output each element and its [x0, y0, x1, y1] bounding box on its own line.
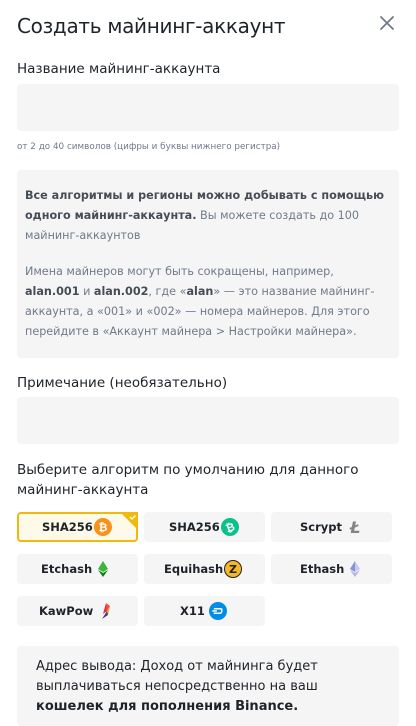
modal-header: Создать майнинг-аккаунт [17, 12, 399, 42]
info-paragraph-2: Имена майнеров могут быть сокращены, нап… [25, 262, 391, 342]
algo-name: Equihash [164, 562, 224, 576]
litecoin-icon: Ł [349, 518, 361, 536]
algo-option-sha256-btc[interactable]: SHA256 ₿ [17, 512, 138, 542]
svg-text:Z: Z [229, 563, 237, 576]
algorithm-label: Выберите алгоритм по умолчанию для данно… [17, 462, 359, 498]
info-text: , где « [148, 285, 187, 298]
payout-text: Адрес вывода: Доход от майнинга будет вы… [36, 657, 381, 717]
svg-text:Ł: Ł [349, 518, 361, 536]
close-icon[interactable] [378, 14, 396, 32]
note-input[interactable] [17, 397, 399, 444]
algo-name: Scrypt [300, 520, 342, 534]
algo-name: X11 [180, 604, 205, 618]
example-name: alan.001 [25, 285, 80, 298]
info-box: Все алгоритмы и регионы можно добывать с… [17, 170, 399, 358]
bitcoin-cash-icon: ₿ [221, 518, 239, 536]
algo-name: Ethash [300, 562, 345, 576]
ethereum-classic-icon [98, 561, 108, 577]
dash-icon [209, 602, 227, 620]
payout-info-box: Адрес вывода: Доход от майнинга будет вы… [17, 646, 399, 726]
selected-check-icon [120, 512, 138, 530]
ethereum-icon [350, 561, 360, 577]
modal-title: Создать майнинг-аккаунт [17, 14, 286, 38]
bitcoin-icon: ₿ [94, 518, 112, 536]
account-name-input[interactable] [17, 84, 399, 131]
example-name: alan.002 [93, 285, 149, 298]
note-label: Примечание (необязательно) [17, 375, 228, 391]
algo-name: SHA256 [169, 520, 220, 534]
algo-option-scrypt[interactable]: Scrypt Ł [271, 512, 392, 542]
zcash-icon: Z [224, 560, 242, 578]
account-name-label: Название майнинг-аккаунта [17, 61, 221, 77]
algo-name: Etchash [41, 562, 93, 576]
info-text: и [79, 285, 94, 298]
algo-name: SHA256 [42, 520, 93, 534]
algo-option-ethash[interactable]: Ethash [271, 554, 392, 584]
algo-option-sha256-bch[interactable]: SHA256 ₿ [144, 512, 265, 542]
ravencoin-icon [102, 603, 110, 619]
account-name-hint: от 2 до 40 символов (цифры и буквы нижне… [17, 142, 281, 152]
example-name: alan [186, 285, 214, 298]
algo-option-x11[interactable]: X11 [144, 596, 265, 626]
svg-text:₿: ₿ [99, 521, 108, 534]
algo-name: KawPow [39, 604, 94, 618]
info-text: Имена майнеров могут быть сокращены, нап… [25, 265, 334, 278]
algo-option-kawpow[interactable]: KawPow [17, 596, 138, 626]
algo-option-equihash[interactable]: Equihash Z [144, 554, 265, 584]
payout-text-plain: Адрес вывода: Доход от майнинга будет вы… [36, 659, 318, 694]
algo-option-etchash[interactable]: Etchash [17, 554, 138, 584]
algorithm-grid: SHA256 ₿ SHA256 ₿ Scrypt Ł Etchash Equih… [17, 512, 397, 627]
payout-wallet-text: кошелек для пополнения Binance. [36, 699, 299, 714]
info-paragraph-1: Все алгоритмы и регионы можно добывать с… [25, 186, 391, 246]
